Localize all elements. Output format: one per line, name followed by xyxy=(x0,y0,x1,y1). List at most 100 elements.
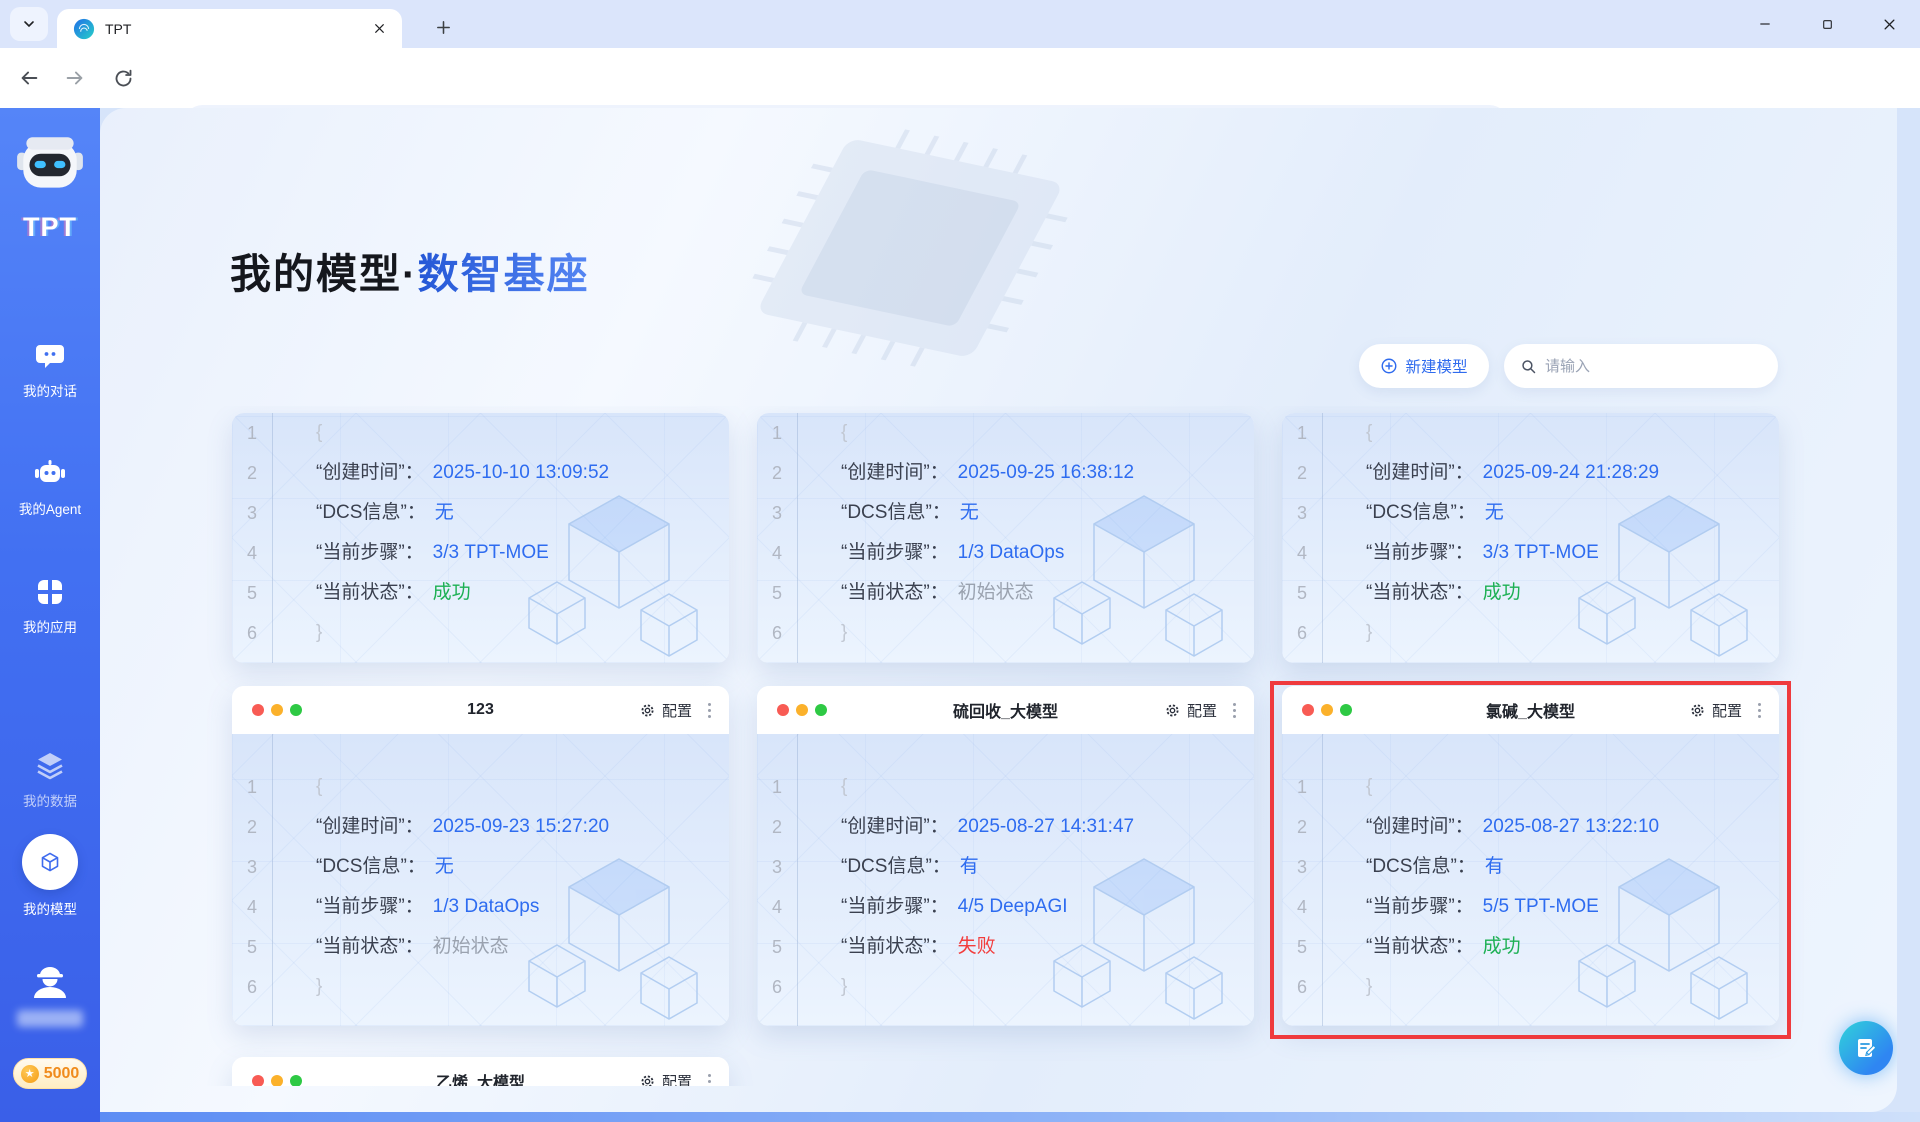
code-line: 2 “创建时间”： 2025-08-27 13:22:10 xyxy=(1282,807,1779,847)
username-blurred xyxy=(17,1010,83,1027)
json-brace: } xyxy=(1366,976,1373,997)
json-key: “当前步骤”： xyxy=(316,896,424,917)
sidebar-item-label: 我的数据 xyxy=(23,794,77,809)
sidebar-item-model[interactable]: 我的模型 xyxy=(0,834,100,918)
window-minimize-button[interactable] xyxy=(1734,0,1796,48)
code-content: } xyxy=(841,613,847,653)
code-line: 3 “DCS信息”： 有 xyxy=(1282,847,1779,887)
model-card[interactable]: 123 配置 1{2 “创建时间”： 2025-09-23 15:27:20 3… xyxy=(232,686,729,1026)
code-line: 3 “DCS信息”： 有 xyxy=(757,847,1254,887)
json-key: “DCS信息”： xyxy=(316,856,426,877)
line-number: 6 xyxy=(771,977,782,997)
json-brace: } xyxy=(1366,622,1373,643)
json-code-block: 1{2 “创建时间”： 2025-09-25 16:38:12 3 “DCS信息”：无 4… xyxy=(757,413,1254,653)
search-icon xyxy=(1522,359,1536,373)
json-brace: } xyxy=(841,976,848,997)
config-button[interactable]: 配置 xyxy=(639,700,692,721)
model-card[interactable]: 乙烯_大模型 配置 1{2“创 xyxy=(232,1057,729,1086)
new-model-button[interactable]: 新建模型 xyxy=(1359,344,1489,388)
code-content: “创建时间”： 2025-09-24 21:28:29 xyxy=(1366,453,1659,493)
traffic-dots-icon xyxy=(252,704,302,716)
card-menu-icon[interactable] xyxy=(1754,701,1765,720)
robot-logo-icon xyxy=(17,137,83,188)
model-search-box[interactable] xyxy=(1504,344,1778,388)
line-number: 6 xyxy=(771,623,782,643)
back-button[interactable] xyxy=(12,61,46,95)
user-avatar[interactable] xyxy=(0,960,100,1002)
json-key: “当前状态”： xyxy=(841,582,949,603)
code-content: “当前状态”： 初始状态 xyxy=(316,927,509,967)
line-number: 4 xyxy=(771,897,782,917)
line-number: 5 xyxy=(246,583,257,603)
line-number: 1 xyxy=(771,777,782,797)
logo-text: TPT xyxy=(23,212,77,242)
code-content: { xyxy=(1366,413,1372,453)
model-card[interactable]: 1{2 “创建时间”： 2025-10-10 13:09:52 3 “DCS信息”：无 4… xyxy=(232,413,729,663)
search-input[interactable] xyxy=(1545,357,1762,375)
tab-search-button[interactable] xyxy=(10,7,48,41)
config-button[interactable]: 配置 xyxy=(639,1071,692,1086)
reload-button[interactable] xyxy=(106,61,140,95)
chevron-down-icon xyxy=(24,21,34,28)
card-menu-icon[interactable] xyxy=(704,701,715,720)
site-favicon xyxy=(73,18,95,39)
active-item-circle xyxy=(22,834,78,890)
sidebar-item-apps[interactable]: 我的应用 xyxy=(0,576,100,636)
json-value: 成功 xyxy=(1482,936,1521,957)
credit-badge[interactable]: ★ 5000 xyxy=(13,1058,87,1089)
card-header: 氯碱_大模型 配置 xyxy=(1282,686,1779,734)
card-header: 123 配置 xyxy=(232,686,729,734)
json-key: “DCS信息”： xyxy=(841,856,951,877)
new-tab-button[interactable] xyxy=(428,12,458,42)
json-key: “当前步骤”： xyxy=(1366,542,1474,563)
config-button[interactable]: 配置 xyxy=(1164,700,1217,721)
code-line: 3 “DCS信息”： 无 xyxy=(1282,493,1779,533)
sidebar-item-agent[interactable]: 我的Agent xyxy=(0,456,100,518)
json-value: 2025-08-27 14:31:47 xyxy=(957,816,1135,837)
line-number: 5 xyxy=(771,583,782,603)
code-content: “当前状态”： 成功 xyxy=(1366,573,1521,613)
code-content: “创建时间”： 2025-09-23 15:27:20 xyxy=(316,807,609,847)
config-button[interactable]: 配置 xyxy=(1689,700,1742,721)
line-number: 4 xyxy=(771,543,782,563)
cube-icon xyxy=(41,852,59,872)
json-value: 初始状态 xyxy=(957,582,1034,603)
forward-button[interactable] xyxy=(58,61,92,95)
code-line: 2 “创建时间”： 2025-09-24 21:28:29 xyxy=(1282,453,1779,493)
code-content: “DCS信息”： 无 xyxy=(316,493,454,533)
line-number: 3 xyxy=(246,857,257,877)
json-value: 3/3 TPT-MOE xyxy=(432,542,549,563)
gear-icon xyxy=(641,703,654,717)
model-card[interactable]: 硫回收_大模型 配置 1{2 “创建时间”： 2025-08-27 14:31:… xyxy=(757,686,1254,1026)
code-content: { xyxy=(1366,767,1372,807)
window-maximize-button[interactable] xyxy=(1796,0,1858,48)
json-value: 成功 xyxy=(432,582,471,603)
tab-close-icon[interactable] xyxy=(368,18,390,40)
code-content: “当前状态”： 成功 xyxy=(316,573,471,613)
compose-fab-button[interactable] xyxy=(1839,1021,1893,1075)
sidebar-item-data[interactable]: 我的数据 xyxy=(0,750,100,810)
card-menu-icon[interactable] xyxy=(704,1072,715,1086)
json-brace: { xyxy=(841,422,848,443)
sidebar-item-label: 我的对话 xyxy=(23,384,77,399)
json-code-block: 1{2 “创建时间”： 2025-09-23 15:27:20 3 “DCS信息”：无 4… xyxy=(232,734,729,1007)
code-content: { xyxy=(841,767,847,807)
window-close-button[interactable] xyxy=(1858,0,1920,48)
json-value: 成功 xyxy=(1482,582,1521,603)
card-menu-icon[interactable] xyxy=(1229,701,1240,720)
json-key: “DCS信息”： xyxy=(316,502,426,523)
app-viewport: TPT 我的对话 我的Agent 我的应用 我的数据 我的模型 ★ 5000 我… xyxy=(0,108,1920,1122)
robot-icon xyxy=(35,460,65,482)
code-line: 2 “创建时间”： 2025-10-10 13:09:52 xyxy=(232,453,729,493)
code-content: } xyxy=(841,967,847,1007)
code-line: 4 “当前步骤”： 5/5 TPT-MOE xyxy=(1282,887,1779,927)
model-card[interactable]: 氯碱_大模型 配置 1{2 “创建时间”： 2025-08-27 13:22:1… xyxy=(1282,686,1779,1026)
line-number: 3 xyxy=(1296,857,1307,877)
line-number: 4 xyxy=(246,543,257,563)
json-key: “创建时间”： xyxy=(316,816,424,837)
browser-tab[interactable]: TPT xyxy=(57,9,402,48)
sidebar: TPT 我的对话 我的Agent 我的应用 我的数据 我的模型 ★ 5000 xyxy=(0,108,100,1122)
sidebar-item-chat[interactable]: 我的对话 xyxy=(0,340,100,400)
model-card[interactable]: 1{2 “创建时间”： 2025-09-24 21:28:29 3 “DCS信息”：无 4… xyxy=(1282,413,1779,663)
model-card[interactable]: 1{2 “创建时间”： 2025-09-25 16:38:12 3 “DCS信息”：无 4… xyxy=(757,413,1254,663)
